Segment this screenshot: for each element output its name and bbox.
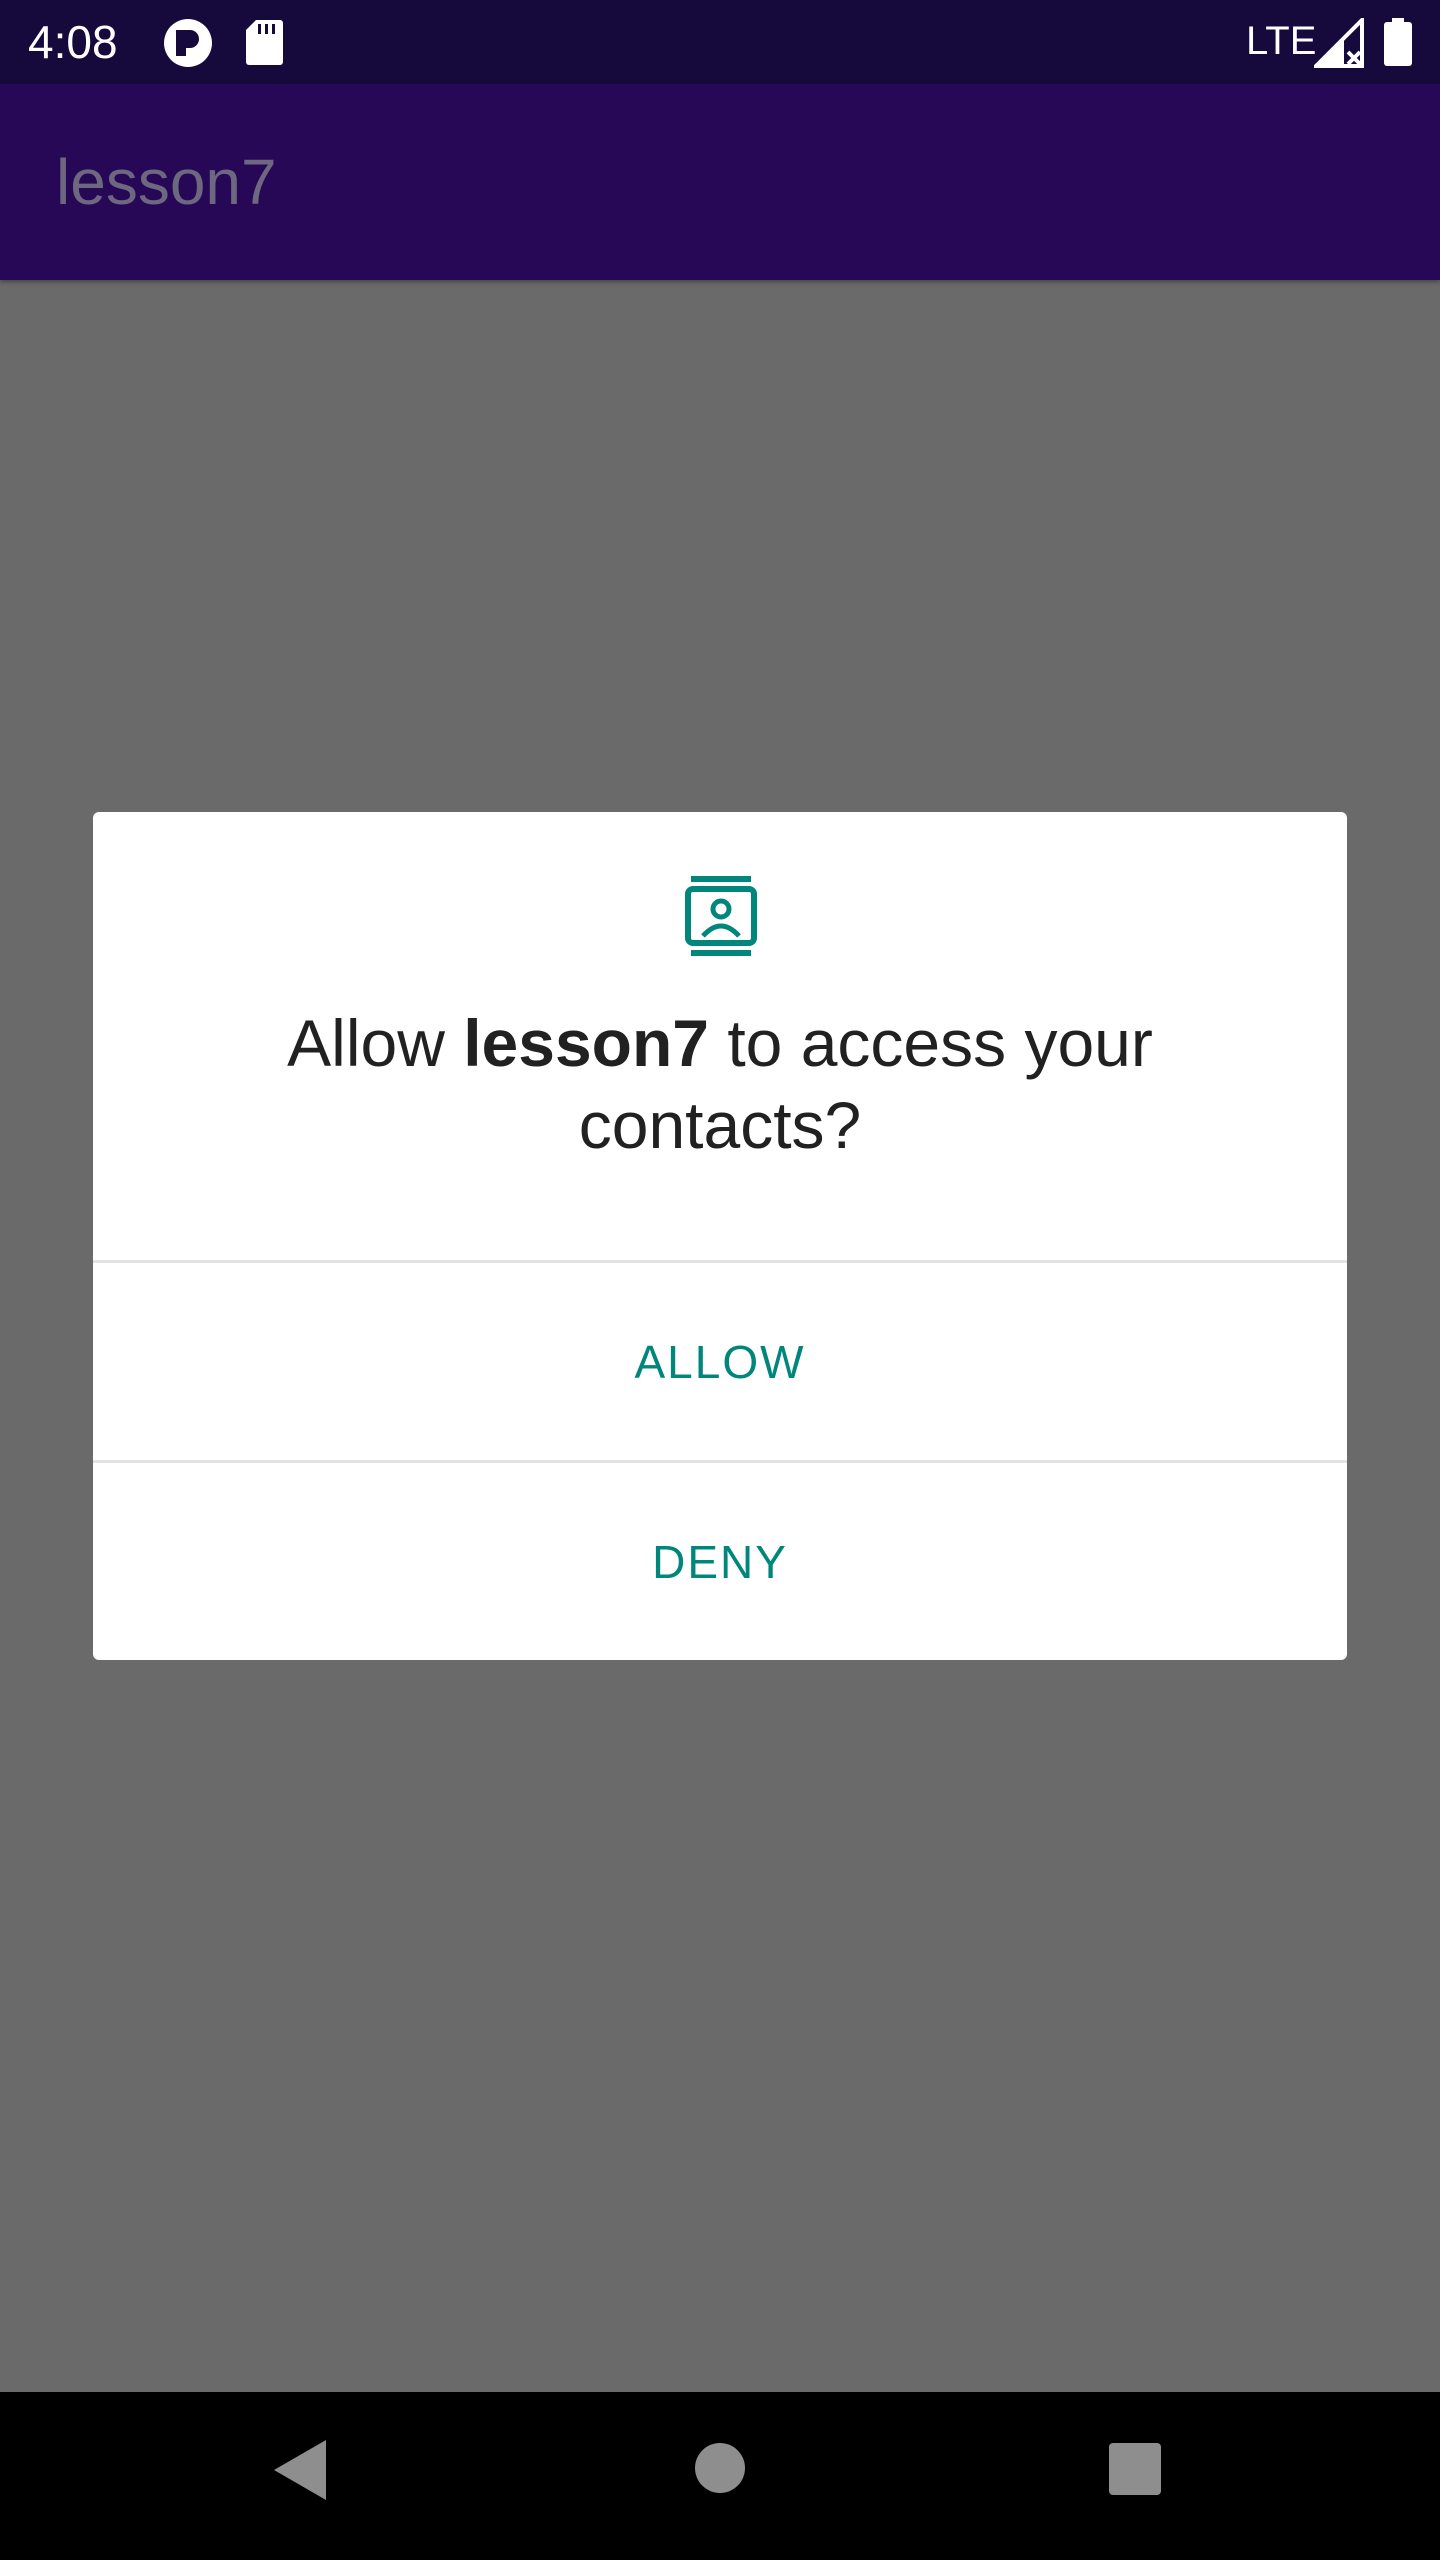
status-time: 4:08 [28,16,118,68]
battery-icon [1384,18,1412,66]
deny-button[interactable]: DENY [93,1463,1347,1660]
allow-button[interactable]: ALLOW [93,1263,1347,1460]
signal-icon [1311,15,1364,68]
recents-icon[interactable] [1108,2442,1162,2496]
status-bar: 4:08 LTE [0,0,1440,84]
sync-icon [162,18,214,68]
app-name: lesson7 [463,1006,709,1080]
screen: 4:08 LTE lesson7 Allow lesson7 to access… [0,0,1440,2560]
home-icon[interactable] [694,2442,746,2494]
app-bar: lesson7 [0,84,1440,280]
navigation-bar [0,2392,1440,2560]
permission-dialog: Allow lesson7 to access your contacts? A… [93,812,1347,1660]
message-prefix: Allow [287,1006,464,1080]
app-title: lesson7 [56,146,277,218]
contacts-icon [685,876,757,956]
back-icon[interactable] [270,2436,330,2504]
network-type-label: LTE [1246,19,1317,63]
dialog-message: Allow lesson7 to access your contacts? [153,1002,1287,1166]
sd-card-icon [244,18,284,66]
